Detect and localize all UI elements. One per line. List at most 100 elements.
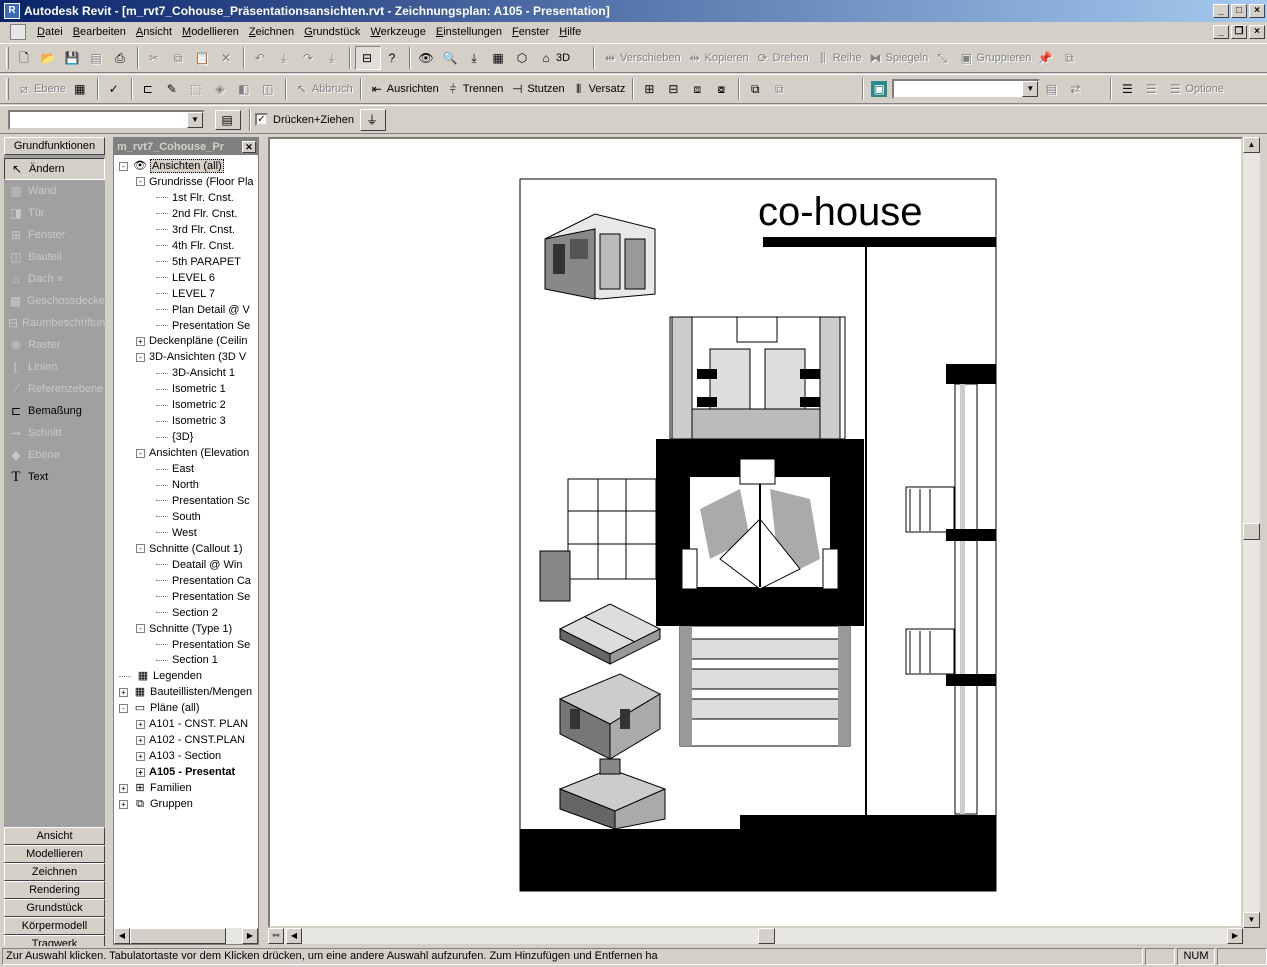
cut-geometry-button[interactable]: ◈: [209, 77, 233, 101]
menu-item[interactable]: Hilfe: [554, 26, 586, 38]
menu-item[interactable]: Einstellungen: [431, 26, 507, 38]
tree-node[interactable]: Isometric 3: [156, 413, 226, 429]
design-tool-button[interactable]: ◆ Ebene: [4, 444, 105, 466]
doc-minimize-button[interactable]: _: [1213, 25, 1229, 39]
tree-node[interactable]: Section 1: [156, 652, 218, 668]
copy-element-button[interactable]: ⇹ Kopieren: [684, 46, 752, 70]
horizontal-scroll-thumb[interactable]: [758, 928, 775, 944]
menu-item[interactable]: Fenster: [507, 26, 554, 38]
expand-icon[interactable]: +: [136, 767, 145, 777]
tree-node[interactable]: ▦ Legenden: [119, 668, 202, 684]
tree-node[interactable]: {3D}: [156, 429, 193, 445]
tree-node[interactable]: North: [156, 477, 199, 493]
tree-node[interactable]: Presentation Sc: [156, 493, 250, 509]
paste-button[interactable]: 📋: [191, 46, 215, 70]
sheet-drawing[interactable]: co-house: [270, 139, 1241, 926]
split-button[interactable]: ⫩ Trennen: [442, 77, 507, 101]
3d-view-button[interactable]: ⌂ 3D: [535, 46, 573, 70]
tree-node[interactable]: 3D-Ansicht 1: [156, 365, 235, 381]
unpin-button[interactable]: ⧉: [1058, 46, 1082, 70]
tree-node[interactable]: + A105 - Presentat: [136, 764, 235, 780]
design-tool-button[interactable]: ⌊ Linien: [4, 356, 105, 378]
copy-button[interactable]: ⧉: [167, 46, 191, 70]
delete-button[interactable]: ✕: [215, 46, 239, 70]
copy-monitor-button[interactable]: ⧈: [686, 77, 710, 101]
cancel-button[interactable]: ↖ Abbruch: [291, 77, 356, 101]
redo-button[interactable]: ↷: [297, 46, 321, 70]
sheet-view-button[interactable]: ▦: [487, 46, 511, 70]
tree-node[interactable]: Plan Detail @ V: [156, 302, 250, 318]
workset-button[interactable]: ▣: [868, 77, 892, 101]
menu-item[interactable]: Bearbeiten: [68, 26, 131, 38]
resize-button[interactable]: ⤡: [931, 46, 955, 70]
design-tool-button[interactable]: ⊞ Fenster: [4, 224, 105, 246]
tree-node[interactable]: Presentation Se: [156, 589, 250, 605]
expand-icon[interactable]: +: [136, 751, 145, 761]
collapse-icon[interactable]: -: [136, 177, 145, 187]
collapse-icon[interactable]: -: [136, 352, 145, 362]
view-control-icon[interactable]: ⚯: [268, 928, 284, 944]
mirror-button[interactable]: ⧓ Spiegeln: [864, 46, 931, 70]
linework-button[interactable]: ⊞: [638, 77, 662, 101]
open-button[interactable]: 📂: [37, 46, 61, 70]
options-button[interactable]: ☰ Optione: [1164, 77, 1227, 101]
vertical-scroll-thumb[interactable]: [1243, 523, 1260, 540]
design-tool-button[interactable]: ↖ Ändern: [4, 158, 105, 180]
rotate-button[interactable]: ⟳ Drehen: [752, 46, 812, 70]
grid-button[interactable]: ▦: [69, 77, 93, 101]
design-bar-tab[interactable]: Grundstück: [4, 899, 105, 917]
menu-item[interactable]: Modellieren: [177, 26, 244, 38]
collapse-icon[interactable]: -: [136, 624, 145, 634]
druecken-ziehen-checkbox[interactable]: ✓: [255, 113, 268, 126]
canvas-horizontal-scrollbar[interactable]: ⚯ ◀ ▶: [268, 928, 1243, 944]
coordination-button[interactable]: ⧇: [710, 77, 734, 101]
design-tool-button[interactable]: ⊕ Raster: [4, 334, 105, 356]
save-to-central-button[interactable]: ▤: [85, 46, 109, 70]
pin-button[interactable]: 📌: [1034, 46, 1058, 70]
menu-item[interactable]: Ansicht: [131, 26, 177, 38]
design-bar-tab[interactable]: Rendering: [4, 881, 105, 899]
tree-node[interactable]: LEVEL 7: [156, 286, 215, 302]
canvas-vertical-scrollbar[interactable]: ▲ ▼: [1243, 137, 1260, 928]
design-tool-button[interactable]: ◨ Tür: [4, 202, 105, 224]
tree-node[interactable]: Presentation Se: [156, 637, 250, 653]
maximize-button[interactable]: □: [1231, 4, 1247, 18]
tree-node[interactable]: LEVEL 6: [156, 270, 215, 286]
design-tool-button[interactable]: ▩ Geschossdecke: [4, 290, 105, 312]
tree-node[interactable]: 3rd Flr. Cnst.: [156, 222, 235, 238]
trim-button[interactable]: ⊣ Stutzen: [506, 77, 567, 101]
tree-node[interactable]: + ▦ Bauteillisten/Mengen: [119, 684, 252, 700]
doc-close-button[interactable]: ×: [1249, 25, 1265, 39]
scroll-left-icon[interactable]: ◀: [286, 928, 302, 944]
view-properties-button[interactable]: 👁: [415, 46, 439, 70]
tree-node[interactable]: - Schnitte (Type 1): [136, 621, 232, 637]
menu-item[interactable]: Grundstück: [299, 26, 365, 38]
chevron-down-icon[interactable]: ▼: [1022, 81, 1039, 97]
tree-node[interactable]: - Ansichten (Elevation: [136, 445, 249, 461]
join-button[interactable]: ⬚: [185, 77, 209, 101]
tree-node[interactable]: 5th PARAPET: [156, 254, 241, 270]
design-tool-button[interactable]: ⟋ Referenzebene: [4, 378, 105, 400]
tree-node[interactable]: - ▭ Pläne (all): [119, 700, 200, 716]
split-face-button[interactable]: ◫: [257, 77, 281, 101]
design-tool-button[interactable]: ⌂ Dach »: [4, 268, 105, 290]
paint-button[interactable]: ◧: [233, 77, 257, 101]
scroll-right-icon[interactable]: ▶: [242, 928, 258, 944]
design-bar-tab[interactable]: Modellieren: [4, 845, 105, 863]
minimize-button[interactable]: _: [1213, 4, 1229, 18]
menu-item[interactable]: Zeichnen: [244, 26, 299, 38]
tree-node[interactable]: - Grundrisse (Floor Pla: [136, 174, 254, 190]
expand-icon[interactable]: +: [119, 687, 128, 697]
design-bar-tab[interactable]: Zeichnen: [4, 863, 105, 881]
tree-node[interactable]: Presentation Ca: [156, 573, 251, 589]
whats-this-button[interactable]: ?: [381, 46, 405, 70]
design-tool-button[interactable]: ▥ Wand: [4, 180, 105, 202]
collapse-icon[interactable]: -: [136, 448, 145, 458]
workset-settings-button[interactable]: ▤: [1040, 77, 1064, 101]
edit-option-button[interactable]: ⧉: [768, 77, 792, 101]
collapse-icon[interactable]: -: [136, 544, 145, 554]
tree-node[interactable]: - 👁 Ansichten (all): [119, 158, 224, 174]
level-button[interactable]: ⧄ Ebene: [13, 77, 69, 101]
scroll-up-icon[interactable]: ▲: [1243, 137, 1260, 153]
design-options-list-button[interactable]: ☰: [1116, 77, 1140, 101]
